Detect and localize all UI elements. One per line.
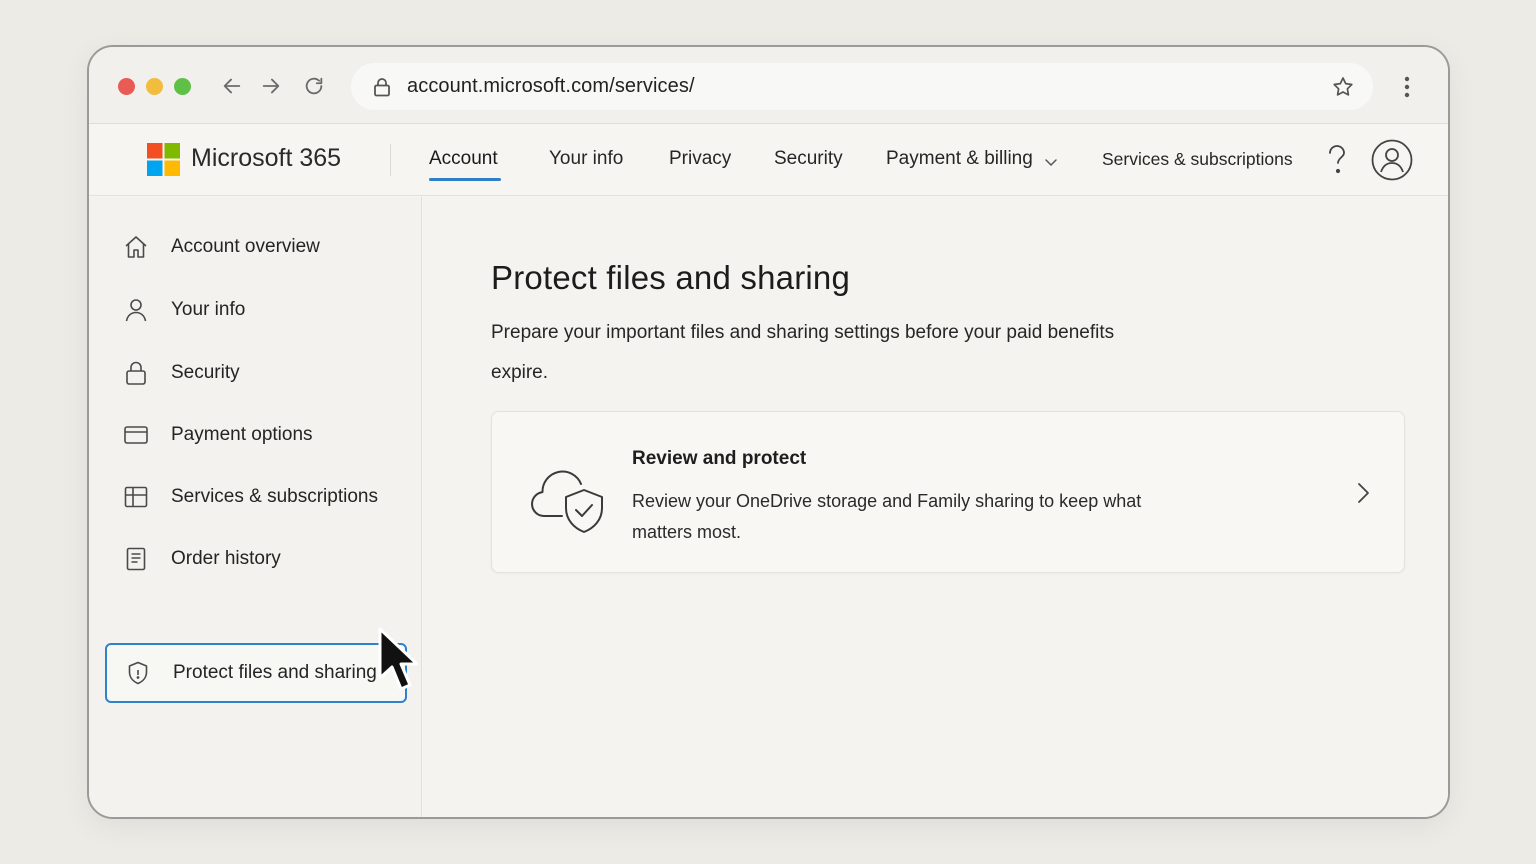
sidebar-item-payment-options[interactable]: Payment options: [105, 406, 407, 464]
sidebar-item-label: Services & subscriptions: [171, 486, 378, 507]
forward-arrow-icon[interactable]: [258, 73, 284, 99]
url-text: account.microsoft.com/services/: [407, 75, 695, 97]
lock-icon: [126, 361, 146, 385]
card-description: Review your OneDrive storage and Family …: [632, 491, 1142, 542]
credit-card-icon: [124, 426, 148, 444]
sidebar-item-label: Payment options: [171, 424, 313, 445]
close-window-button[interactable]: [118, 78, 135, 95]
browser-toolbar: account.microsoft.com/services/: [89, 47, 1448, 124]
browser-window: account.microsoft.com/services/ Microsof…: [87, 45, 1450, 819]
sidebar-item-label: Order history: [171, 548, 281, 569]
cloud-shield-icon: [531, 470, 603, 533]
lock-icon: [374, 77, 390, 96]
sidebar-nav: Account overview Your info Security Paym…: [89, 197, 422, 817]
active-tab-indicator: [429, 178, 501, 181]
bookmark-star-icon[interactable]: [1331, 75, 1355, 99]
review-protect-card[interactable]: Review and protect Review your OneDrive …: [491, 411, 1405, 573]
chevron-down-icon[interactable]: [1043, 154, 1059, 170]
sidebar-item-protect-files[interactable]: Protect files and sharing: [105, 643, 407, 703]
header-divider: [390, 144, 391, 176]
more-options-icon[interactable]: [1397, 75, 1417, 99]
tab-privacy[interactable]: Privacy: [669, 148, 731, 170]
receipt-icon: [126, 547, 146, 571]
minimize-window-button[interactable]: [146, 78, 163, 95]
sidebar-item-label: Account overview: [171, 236, 320, 257]
brand-name: Microsoft 365: [191, 144, 342, 172]
question-mark-icon[interactable]: [1325, 144, 1349, 176]
sidebar-item-your-info[interactable]: Your info: [105, 281, 407, 339]
main-content: Protect files and sharing Prepare your i…: [423, 197, 1448, 817]
sidebar-item-label: Protect files and sharing: [173, 662, 377, 683]
app-header: Microsoft 365 Account Your info Privacy …: [89, 124, 1448, 196]
home-icon: [125, 236, 147, 258]
sidebar-item-account-overview[interactable]: Account overview: [105, 218, 407, 276]
sidebar-item-order-history[interactable]: Order history: [105, 530, 407, 588]
sidebar-item-security[interactable]: Security: [105, 344, 407, 402]
chevron-right-icon[interactable]: [1352, 480, 1374, 506]
mouse-cursor-icon: [378, 627, 419, 691]
tab-payment-billing[interactable]: Payment & billing: [886, 148, 1033, 170]
card-title: Review and protect: [632, 448, 807, 469]
microsoft-logo-icon: [147, 143, 180, 176]
back-arrow-icon[interactable]: [219, 73, 245, 99]
address-bar[interactable]: account.microsoft.com/services/: [351, 63, 1373, 110]
page-description: Prepare your important files and sharing…: [491, 322, 1115, 383]
user-avatar-icon[interactable]: [1371, 139, 1413, 181]
sidebar-item-services-subscriptions[interactable]: Services & subscriptions: [105, 468, 407, 526]
page-title: Protect files and sharing: [491, 259, 851, 296]
tab-account[interactable]: Account: [429, 148, 498, 170]
reload-icon[interactable]: [301, 73, 327, 99]
sidebar-item-label: Security: [171, 362, 240, 383]
maximize-window-button[interactable]: [174, 78, 191, 95]
tab-security[interactable]: Security: [774, 148, 843, 170]
grid-icon: [124, 486, 148, 508]
tab-your-info[interactable]: Your info: [549, 148, 623, 170]
shield-icon: [128, 661, 148, 685]
sidebar-item-label: Your info: [171, 299, 246, 320]
person-icon: [125, 299, 147, 322]
tab-services-subscriptions[interactable]: Services & subscriptions: [1102, 149, 1293, 170]
